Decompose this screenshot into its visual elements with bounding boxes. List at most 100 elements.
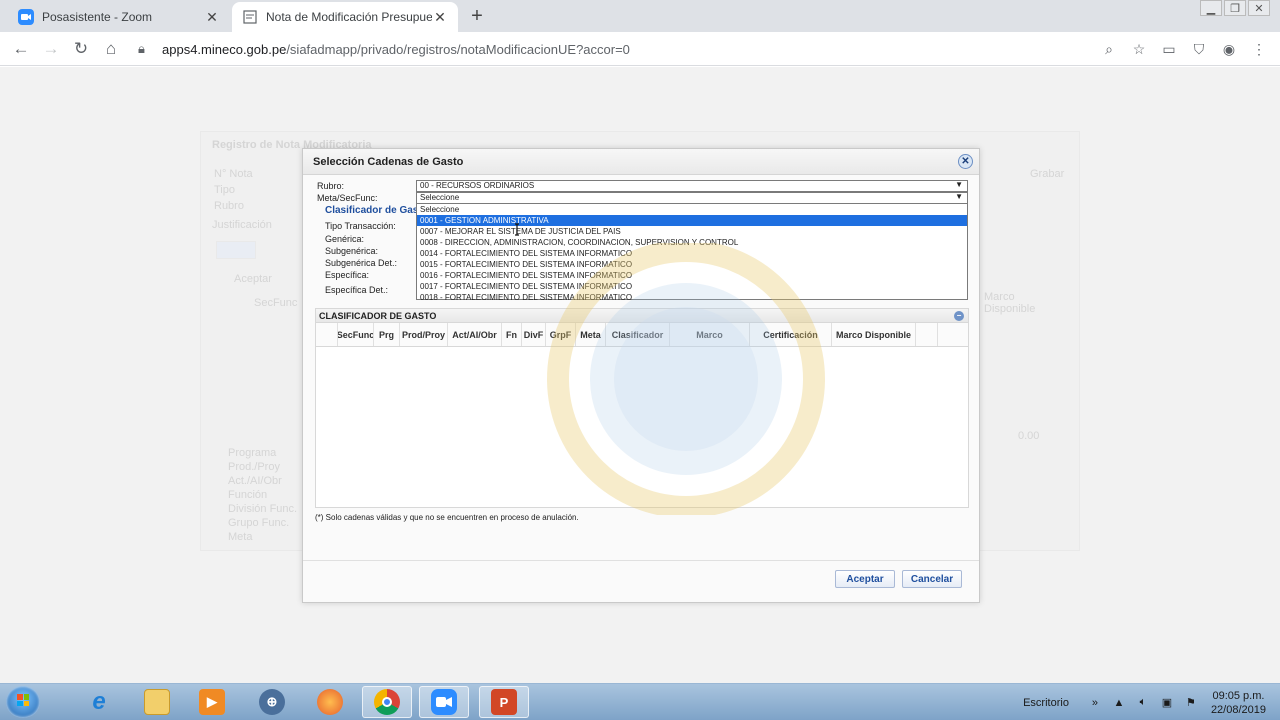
seleccion-cadenas-dialog: Selección Cadenas de Gasto ✕ Rubro: 00 -… xyxy=(302,148,980,603)
grid-header-cell[interactable]: Clasificador xyxy=(606,323,670,346)
profile-avatar-icon[interactable]: ◉ xyxy=(1218,38,1240,60)
grid-header-row: SecFunc Prg Prod/Proy Act/AI/Obr Fn DivF… xyxy=(316,323,968,347)
network-icon[interactable]: ▣ xyxy=(1158,696,1176,709)
tab-title: Posasistente - Zoom xyxy=(42,10,153,24)
grid-header-cell[interactable]: DivF xyxy=(522,323,546,346)
grid-header-spacer xyxy=(916,323,938,346)
grid-header-cell[interactable]: SecFunc xyxy=(338,323,374,346)
tab-title: Nota de Modificación Presupuesta xyxy=(266,10,432,24)
taskbar-ie[interactable]: e xyxy=(74,686,124,718)
taskbar-media-player[interactable]: ▶ xyxy=(187,686,237,718)
forward-icon[interactable]: → xyxy=(36,34,66,64)
collapse-icon[interactable]: − xyxy=(954,311,964,321)
taskbar-explorer[interactable] xyxy=(132,686,182,718)
grid-header-cell[interactable]: Marco xyxy=(670,323,750,346)
taskbar-chrome[interactable] xyxy=(362,686,412,718)
grid-title: CLASIFICADOR DE GASTO xyxy=(319,311,437,321)
grid-header-cell[interactable]: Meta xyxy=(576,323,606,346)
dropdown-option[interactable]: 0017 - FORTALECIMIENTO DEL SISTEMA INFOR… xyxy=(417,281,967,292)
taskbar-zoom[interactable] xyxy=(419,686,469,718)
back-icon[interactable]: ← xyxy=(6,34,36,64)
footnote: (*) Solo cadenas válidas y que no se enc… xyxy=(315,513,579,522)
grid-header-cell[interactable]: Act/AI/Obr xyxy=(448,323,502,346)
zoom-search-icon[interactable]: ⌕ xyxy=(1098,38,1120,60)
especifica-det-label: Específica Det.: xyxy=(325,285,389,295)
tipo-transaccion-label: Tipo Transacción: xyxy=(325,221,396,231)
meta-label: Meta/SecFunc: xyxy=(317,193,378,203)
dropdown-option[interactable]: 0007 - MEJORAR EL SISTEMA DE JUSTICIA DE… xyxy=(417,226,967,237)
toolbar-actions: ⌕ ☆ ▭ ⛉ ◉ ⋮ xyxy=(1098,38,1270,60)
reload-icon[interactable]: ↻ xyxy=(66,34,96,64)
system-tray: Escritorio » ▲ 🔈︎ ▣ ⚑ 09:05 p.m. 22/08/2… xyxy=(1023,684,1280,720)
windows-logo-icon xyxy=(17,694,29,706)
address-bar[interactable]: 🔒︎ apps4.mineco.gob.pe/siafadmapp/privad… xyxy=(138,36,1138,62)
clock[interactable]: 09:05 p.m. 22/08/2019 xyxy=(1203,689,1280,717)
home-icon[interactable]: ⌂ xyxy=(96,34,126,64)
dropdown-option[interactable]: 0018 - FORTALECIMIENTO DEL SISTEMA INFOR… xyxy=(417,292,967,303)
generica-label: Genérica: xyxy=(325,234,365,244)
new-tab-icon[interactable]: + xyxy=(466,6,488,28)
close-icon[interactable]: ✕ xyxy=(958,154,973,169)
cast-icon[interactable]: ▭ xyxy=(1158,38,1180,60)
tab-zoom[interactable]: Posasistente - Zoom ✕ xyxy=(8,2,230,32)
show-hidden-icons-icon[interactable]: ▲ xyxy=(1110,697,1128,709)
grid-title-bar: CLASIFICADOR DE GASTO − xyxy=(316,309,968,323)
subgenerica-label: Subgenérica: xyxy=(325,246,379,256)
clasificador-section-title: Clasificador de Gasto xyxy=(325,205,428,216)
powerpoint-icon: P xyxy=(491,689,517,715)
close-icon[interactable]: ✕ xyxy=(432,9,448,26)
rubro-label: Rubro: xyxy=(317,181,345,191)
dropdown-option[interactable]: 0008 - DIRECCION, ADMINISTRACION, COORDI… xyxy=(417,237,967,248)
grid-header-cell[interactable]: Prod/Proy xyxy=(400,323,448,346)
window-controls: ▁ ❐ ✕ xyxy=(1200,0,1270,16)
dialog-header: Selección Cadenas de Gasto ✕ xyxy=(303,149,979,175)
windows-taskbar: e ▶ ⊕ P Escritorio » ▲ 🔈︎ ▣ ⚑ 09:05 p.m.… xyxy=(0,683,1280,720)
volume-icon[interactable]: 🔈︎ xyxy=(1134,696,1152,709)
aceptar-button[interactable]: Aceptar xyxy=(835,570,895,588)
taskbar-firefox[interactable] xyxy=(305,686,355,718)
especifica-label: Específica: xyxy=(325,270,370,280)
clock-date: 22/08/2019 xyxy=(1210,703,1266,716)
zoom-icon xyxy=(431,689,457,715)
browser-tab-bar: Posasistente - Zoom ✕ Nota de Modificaci… xyxy=(0,0,1280,32)
url-path: /siafadmapp/privado/registros/notaModifi… xyxy=(286,41,630,57)
dropdown-option-selected[interactable]: 0001 - GESTION ADMINISTRATIVA xyxy=(417,215,967,226)
url-host: apps4.mineco.gob.pe xyxy=(162,41,287,57)
maximize-icon[interactable]: ❐ xyxy=(1224,0,1246,16)
zoom-icon xyxy=(18,9,34,25)
shield-icon[interactable]: ⛉ xyxy=(1188,38,1210,60)
dropdown-option[interactable]: 0016 - FORTALECIMIENTO DEL SISTEMA INFOR… xyxy=(417,270,967,281)
chevron-icon[interactable]: » xyxy=(1086,697,1104,709)
folder-icon xyxy=(144,689,170,715)
mouse-cursor-icon xyxy=(515,223,519,236)
rubro-select[interactable]: 00 - RECURSOS ORDINARIOS ▼ xyxy=(416,180,968,192)
dropdown-option[interactable]: 0015 - FORTALECIMIENTO DEL SISTEMA INFOR… xyxy=(417,259,967,270)
lock-icon: 🔒︎ xyxy=(138,41,145,56)
chrome-icon xyxy=(374,689,400,715)
desktop-toolbar-label[interactable]: Escritorio xyxy=(1023,697,1069,709)
dialog-footer: Aceptar Cancelar xyxy=(303,560,979,602)
rubro-value: 00 - RECURSOS ORDINARIOS xyxy=(420,181,535,190)
dropdown-arrow-icon: ▼ xyxy=(955,192,963,201)
dropdown-option[interactable]: 0014 - FORTALECIMIENTO DEL SISTEMA INFOR… xyxy=(417,248,967,259)
grid-header-cell[interactable]: Fn xyxy=(502,323,522,346)
dropdown-option[interactable]: Seleccione xyxy=(417,204,967,215)
clock-time: 09:05 p.m. xyxy=(1212,689,1265,702)
cancelar-button[interactable]: Cancelar xyxy=(902,570,962,588)
flag-icon[interactable]: ⚑ xyxy=(1182,696,1200,709)
document-icon xyxy=(242,9,258,25)
menu-icon[interactable]: ⋮ xyxy=(1248,38,1270,60)
grid-header-cell[interactable]: GrpF xyxy=(546,323,576,346)
tab-nota-modificacion[interactable]: Nota de Modificación Presupuesta ✕ xyxy=(232,2,458,32)
grid-header-cell[interactable]: Marco Disponible xyxy=(832,323,916,346)
taskbar-network[interactable]: ⊕ xyxy=(247,686,297,718)
grid-header-cell[interactable]: Prg xyxy=(374,323,400,346)
minimize-icon[interactable]: ▁ xyxy=(1200,0,1222,16)
close-window-icon[interactable]: ✕ xyxy=(1248,0,1270,16)
meta-dropdown-list[interactable]: Seleccione 0001 - GESTION ADMINISTRATIVA… xyxy=(416,203,968,303)
media-player-icon: ▶ xyxy=(199,689,225,715)
close-icon[interactable]: ✕ xyxy=(204,9,220,26)
taskbar-powerpoint[interactable]: P xyxy=(479,686,529,718)
grid-header-cell[interactable]: Certificación xyxy=(750,323,832,346)
star-icon[interactable]: ☆ xyxy=(1128,38,1150,60)
